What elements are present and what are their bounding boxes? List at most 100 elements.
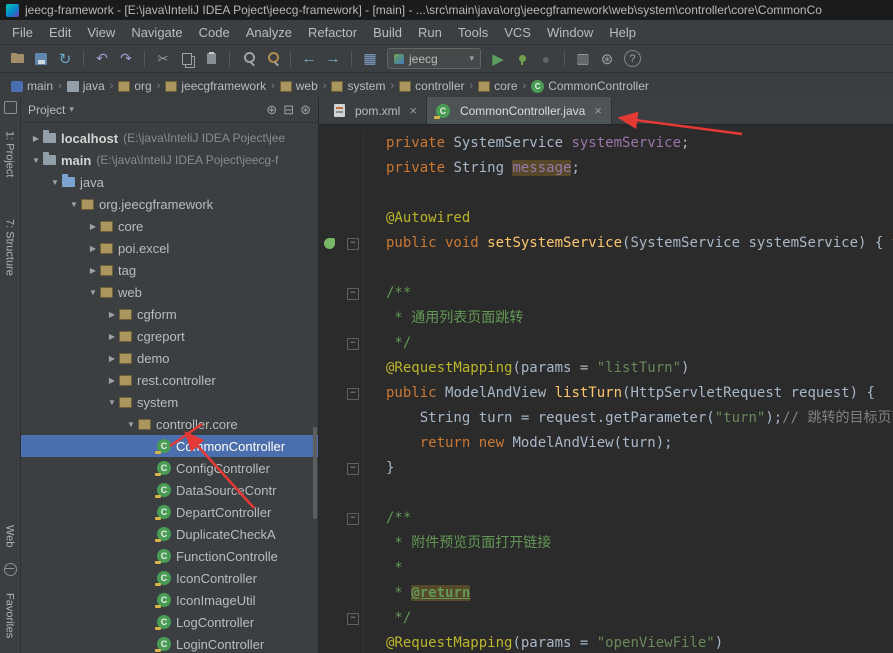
help-icon[interactable] [624,50,641,67]
stripe-favorites[interactable]: Favorites [1,583,18,649]
menu-run[interactable]: Run [410,22,450,43]
tree-row-cgreport[interactable]: ▶cgreport [21,325,318,347]
paste-icon[interactable] [200,49,222,69]
tree-row-tag[interactable]: ▶tag [21,259,318,281]
chevron-collapsed-icon[interactable]: ▶ [29,134,43,143]
tab-commoncontroller.java[interactable]: CCommonController.java× [427,97,612,124]
coverage-icon[interactable] [511,49,533,69]
tree-row-core[interactable]: ▶core [21,215,318,237]
chevron-expanded-icon[interactable]: ▼ [67,200,81,209]
chevron-expanded-icon[interactable]: ▼ [86,288,100,297]
menu-vcs[interactable]: VCS [496,22,539,43]
menu-analyze[interactable]: Analyze [238,22,300,43]
breadcrumb-system[interactable]: system [328,77,388,95]
fold-marker-icon[interactable]: − [347,238,359,250]
breadcrumb-jeecgframework[interactable]: jeecgframework [162,77,269,95]
chevron-collapsed-icon[interactable]: ▶ [86,222,100,231]
cut-icon[interactable] [152,49,174,69]
menu-window[interactable]: Window [539,22,601,43]
tree-row-functioncontrolle[interactable]: CFunctionControlle [21,545,318,567]
tree-row-departcontroller[interactable]: CDepartController [21,501,318,523]
tree-scrollbar[interactable] [313,427,317,519]
tree-row-org.jeecgframework[interactable]: ▼org.jeecgframework [21,193,318,215]
run-config-select[interactable]: jeecg▾ [387,48,481,69]
fold-marker-icon[interactable]: − [347,388,359,400]
toolwindow-icon[interactable] [4,101,17,114]
tree-row-system[interactable]: ▼system [21,391,318,413]
tab-pom.xml[interactable]: pom.xml× [325,97,427,124]
fold-marker-icon[interactable]: − [347,338,359,350]
stripe-structure[interactable]: 7: Structure [1,199,18,295]
tree-row-main[interactable]: ▼main(E:\java\InteliJ IDEA Poject\jeecg-… [21,149,318,171]
menu-edit[interactable]: Edit [41,22,79,43]
open-icon[interactable] [6,49,28,69]
globe-icon[interactable] [4,563,17,576]
tree-row-rest.controller[interactable]: ▶rest.controller [21,369,318,391]
project-panel-title[interactable]: Project [28,103,65,117]
chevron-collapsed-icon[interactable]: ▶ [105,376,119,385]
chevron-expanded-icon[interactable]: ▼ [105,398,119,407]
redo-icon[interactable] [115,49,137,69]
sync-icon[interactable] [54,49,76,69]
breadcrumb-controller[interactable]: controller [396,77,467,95]
tree-row-controller.core[interactable]: ▼controller.core [21,413,318,435]
scroll-from-source-icon[interactable]: ⊕ [266,102,277,118]
copy-icon[interactable] [176,49,198,69]
tree-row-java[interactable]: ▼java [21,171,318,193]
tree-row-commoncontroller[interactable]: CCommonController [21,435,318,457]
stripe-project[interactable]: 1: Project [1,115,18,193]
breadcrumb-commoncontroller[interactable]: CCommonController [528,77,652,95]
breadcrumb-main[interactable]: main [8,77,56,95]
chevron-collapsed-icon[interactable]: ▶ [86,266,100,275]
back-icon[interactable] [298,49,320,69]
chevron-expanded-icon[interactable]: ▼ [48,178,62,187]
spring-bean-icon[interactable] [324,238,335,249]
menu-file[interactable]: File [4,22,41,43]
maven-icon[interactable] [572,49,594,69]
breadcrumb-core[interactable]: core [475,77,520,95]
forward-icon[interactable] [322,49,344,69]
settings-gear-icon[interactable]: ⊛ [300,102,311,118]
tree-row-iconcontroller[interactable]: CIconController [21,567,318,589]
run-icon[interactable] [487,49,509,69]
settings-icon[interactable] [596,49,618,69]
fold-marker-icon[interactable]: − [347,513,359,525]
replace-icon[interactable] [261,49,283,69]
tree-row-localhost[interactable]: ▶localhost(E:\java\InteliJ IDEA Poject\j… [21,127,318,149]
save-icon[interactable] [30,49,52,69]
menu-help[interactable]: Help [601,22,644,43]
breadcrumb-web[interactable]: web [277,77,321,95]
menu-tools[interactable]: Tools [450,22,496,43]
undo-icon[interactable] [91,49,113,69]
collapse-all-icon[interactable]: ⊟ [283,102,294,118]
menu-build[interactable]: Build [365,22,410,43]
tree-row-iconimageutil[interactable]: CIconImageUtil [21,589,318,611]
debug-icon[interactable] [535,49,557,69]
close-icon[interactable]: × [594,103,602,118]
menu-code[interactable]: Code [191,22,238,43]
find-icon[interactable] [237,49,259,69]
close-icon[interactable]: × [409,103,417,118]
editor-code[interactable]: private SystemService systemService;priv… [319,125,893,653]
fold-marker-icon[interactable]: − [347,613,359,625]
tree-row-demo[interactable]: ▶demo [21,347,318,369]
breadcrumb-org[interactable]: org [115,77,154,95]
breadcrumb-java[interactable]: java [64,77,108,95]
menu-navigate[interactable]: Navigate [123,22,190,43]
tree-row-configcontroller[interactable]: CConfigController [21,457,318,479]
tree-row-cgform[interactable]: ▶cgform [21,303,318,325]
menu-refactor[interactable]: Refactor [300,22,365,43]
stripe-web[interactable]: Web [1,515,18,557]
chevron-collapsed-icon[interactable]: ▶ [86,244,100,253]
tree-row-duplicatechecka[interactable]: CDuplicateCheckA [21,523,318,545]
fold-marker-icon[interactable]: − [347,288,359,300]
tree-row-logcontroller[interactable]: CLogController [21,611,318,633]
tree-row-poi.excel[interactable]: ▶poi.excel [21,237,318,259]
tree-row-web[interactable]: ▼web [21,281,318,303]
chevron-collapsed-icon[interactable]: ▶ [105,332,119,341]
chevron-expanded-icon[interactable]: ▼ [29,156,43,165]
modules-icon[interactable] [359,49,381,69]
fold-marker-icon[interactable]: − [347,463,359,475]
tree-row-logincontroller[interactable]: CLoginController [21,633,318,653]
chevron-expanded-icon[interactable]: ▼ [124,420,138,429]
